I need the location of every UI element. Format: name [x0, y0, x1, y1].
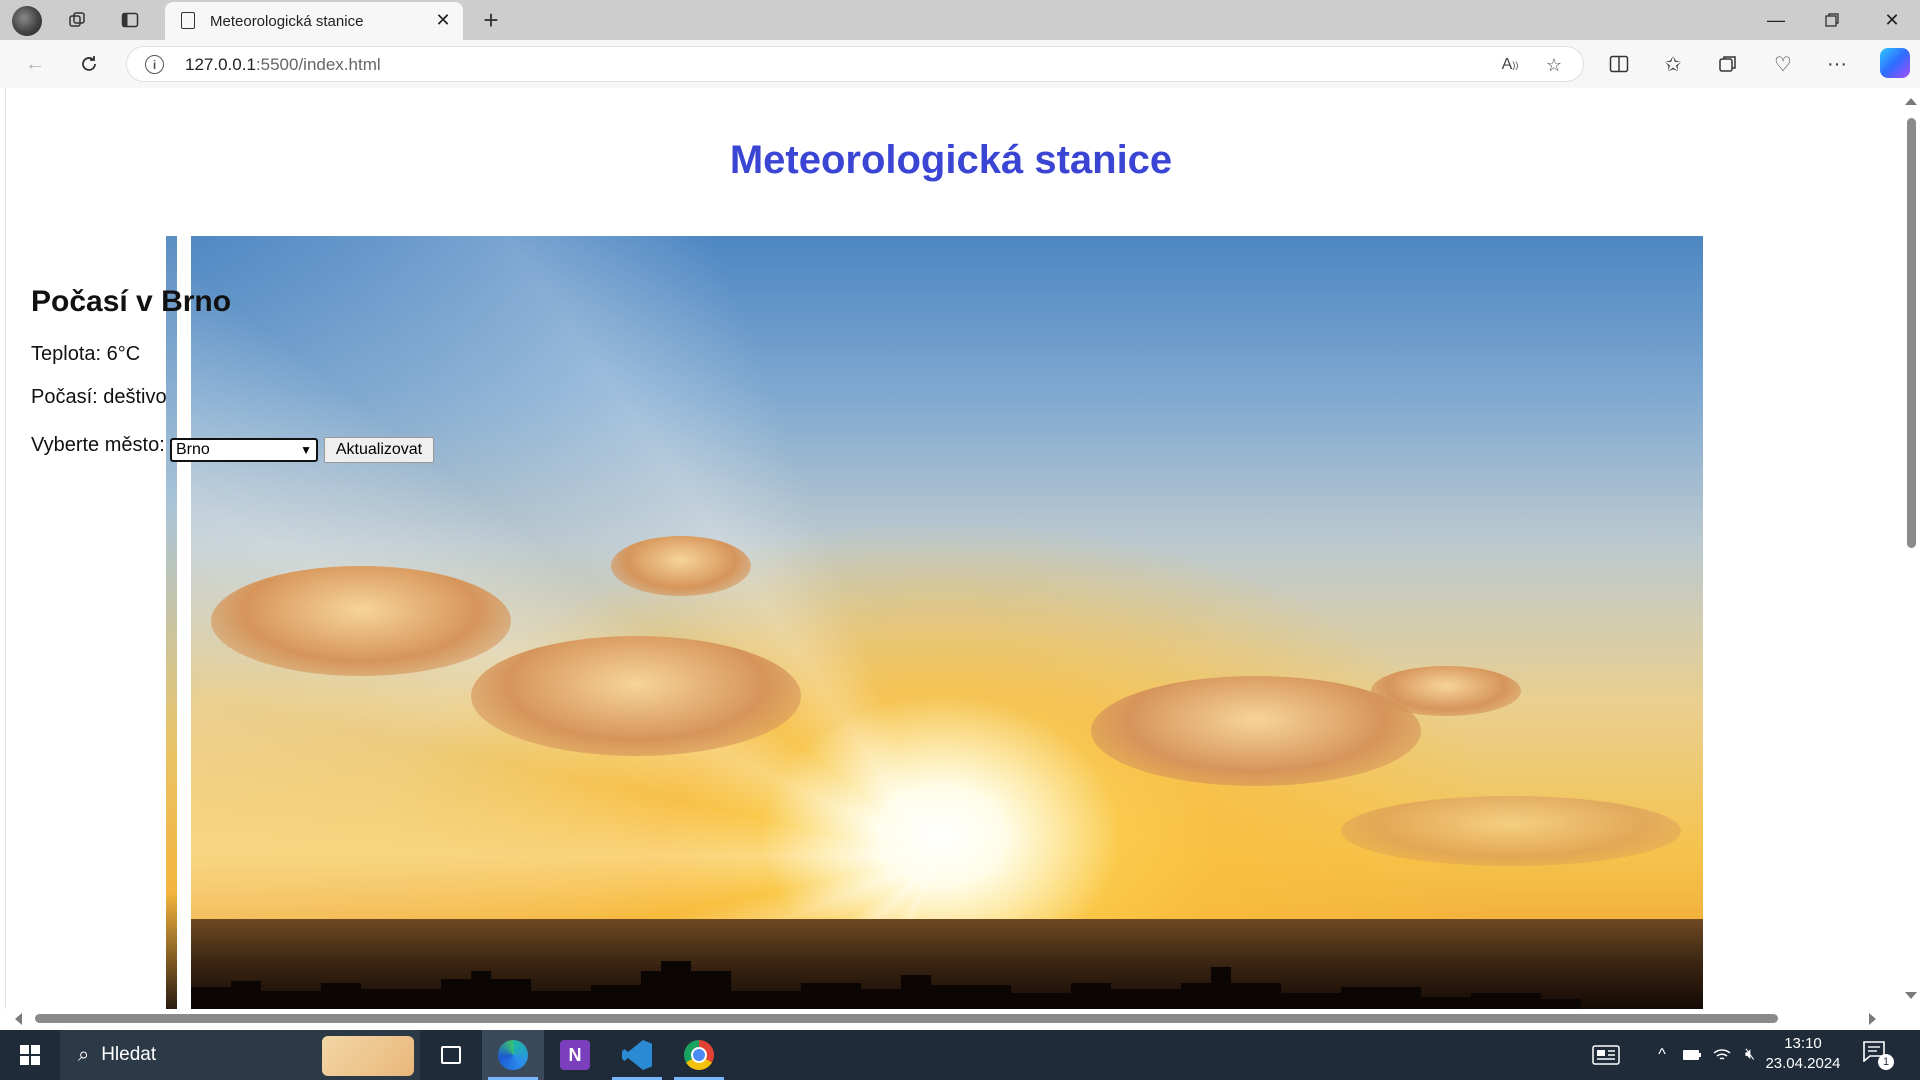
minimize-button[interactable]: — [1748, 0, 1804, 40]
notification-center-icon[interactable]: 1 [1862, 1040, 1896, 1070]
start-button[interactable] [0, 1030, 60, 1080]
close-tab-icon[interactable]: ✕ [431, 8, 455, 32]
new-tab-button[interactable]: + [475, 4, 507, 36]
refresh-icon[interactable] [72, 48, 106, 80]
search-icon: ⌕ [78, 1043, 90, 1066]
sunset-background-image [191, 236, 1703, 1009]
cloud [471, 636, 801, 756]
page-icon [181, 12, 195, 29]
scroll-up-icon[interactable] [1905, 98, 1917, 105]
close-window-button[interactable]: ✕ [1864, 0, 1920, 40]
city-silhouette [191, 961, 1581, 1009]
address-bar[interactable]: i 127.0.0.1:5500/index.html A)) ☆ [126, 46, 1584, 82]
back-icon[interactable]: ← [18, 48, 52, 80]
city-select-label: Vyberte město: [31, 434, 165, 456]
tab-title: Meteorologická stanice [210, 13, 364, 30]
taskbar-edge[interactable] [482, 1030, 544, 1080]
cloud [611, 536, 751, 596]
task-view-button[interactable] [420, 1030, 482, 1080]
notification-count-badge: 1 [1878, 1054, 1894, 1070]
page-viewport: Meteorologická stanice Počasí v Brno Tep… [5, 88, 1901, 1009]
chrome-icon [684, 1040, 714, 1070]
browser-toolbar: ← i 127.0.0.1:5500/index.html A)) ☆ ✩ ♡ … [0, 40, 1920, 88]
more-options-icon[interactable]: ··· [1820, 48, 1854, 80]
cloud [1341, 796, 1681, 866]
search-highlight-image [322, 1036, 414, 1076]
battery-icon[interactable] [1680, 1030, 1704, 1080]
browser-tab-strip: Meteorologická stanice ✕ + — ✕ [0, 0, 1920, 40]
scroll-left-icon[interactable] [15, 1013, 22, 1025]
url-text[interactable]: 127.0.0.1:5500/index.html [185, 55, 381, 75]
windows-taskbar: ⌕ Hledat N ^ 🔇︎ 13:10 23.04.2024 1 [0, 1030, 1920, 1080]
edge-icon [498, 1040, 528, 1070]
city-select[interactable]: Brno ▼ [170, 438, 318, 462]
browser-essentials-icon[interactable]: ♡ [1766, 48, 1800, 80]
clock-time: 13:10 [1784, 1035, 1822, 1052]
taskbar-search[interactable]: ⌕ Hledat [60, 1030, 420, 1080]
condition-text: Počasí: deštivo [31, 386, 167, 408]
url-host: 127.0.0.1 [185, 55, 256, 74]
cloud [1371, 666, 1521, 716]
update-button[interactable]: Aktualizovat [324, 437, 434, 463]
scroll-down-icon[interactable] [1905, 992, 1917, 999]
task-view-icon [441, 1046, 461, 1064]
vertical-tabs-icon[interactable] [115, 6, 145, 34]
favorites-icon[interactable]: ✩ [1656, 48, 1690, 80]
clock-date: 23.04.2024 [1765, 1055, 1841, 1072]
news-widget-icon[interactable] [1588, 1030, 1624, 1080]
read-aloud-icon[interactable]: A)) [1495, 50, 1525, 80]
horizontal-scroll-thumb[interactable] [35, 1014, 1778, 1023]
vertical-scroll-thumb[interactable] [1907, 118, 1916, 548]
chevron-down-icon: ▼ [300, 443, 312, 457]
taskbar-vscode[interactable] [606, 1030, 668, 1080]
restore-button[interactable] [1804, 0, 1860, 40]
scroll-right-icon[interactable] [1869, 1013, 1876, 1025]
split-screen-icon[interactable] [1602, 48, 1636, 80]
city-select-value: Brno [176, 441, 210, 458]
wifi-icon[interactable] [1710, 1030, 1734, 1080]
onenote-icon: N [560, 1040, 590, 1070]
temperature-text: Teplota: 6°C [31, 343, 141, 365]
favorite-star-icon[interactable]: ☆ [1539, 50, 1569, 80]
browser-tab-active[interactable]: Meteorologická stanice ✕ [165, 2, 463, 40]
vscode-icon [622, 1040, 652, 1070]
copilot-icon[interactable] [1880, 48, 1910, 78]
windows-logo-icon [20, 1045, 40, 1065]
background-image-strip [166, 236, 177, 1009]
volume-muted-icon[interactable]: 🔇︎ [1738, 1030, 1762, 1080]
taskbar-clock[interactable]: 13:10 23.04.2024 [1760, 1034, 1846, 1074]
collections-icon[interactable] [1711, 48, 1745, 80]
taskbar-chrome[interactable] [668, 1030, 730, 1080]
taskbar-onenote[interactable]: N [544, 1030, 606, 1080]
page-title: Meteorologická stanice [729, 138, 1173, 182]
site-info-icon[interactable]: i [145, 55, 164, 74]
weather-heading: Počasí v Brno [31, 285, 232, 318]
workspaces-icon[interactable] [62, 6, 92, 34]
cloud [211, 566, 511, 676]
chevron-up-icon[interactable]: ^ [1650, 1030, 1674, 1080]
url-path: :5500/index.html [255, 55, 381, 74]
profile-avatar[interactable] [12, 6, 42, 36]
horizontal-scrollbar[interactable] [5, 1009, 1901, 1027]
vertical-scrollbar[interactable] [1901, 88, 1920, 1009]
search-text: Hledat [101, 1044, 157, 1065]
